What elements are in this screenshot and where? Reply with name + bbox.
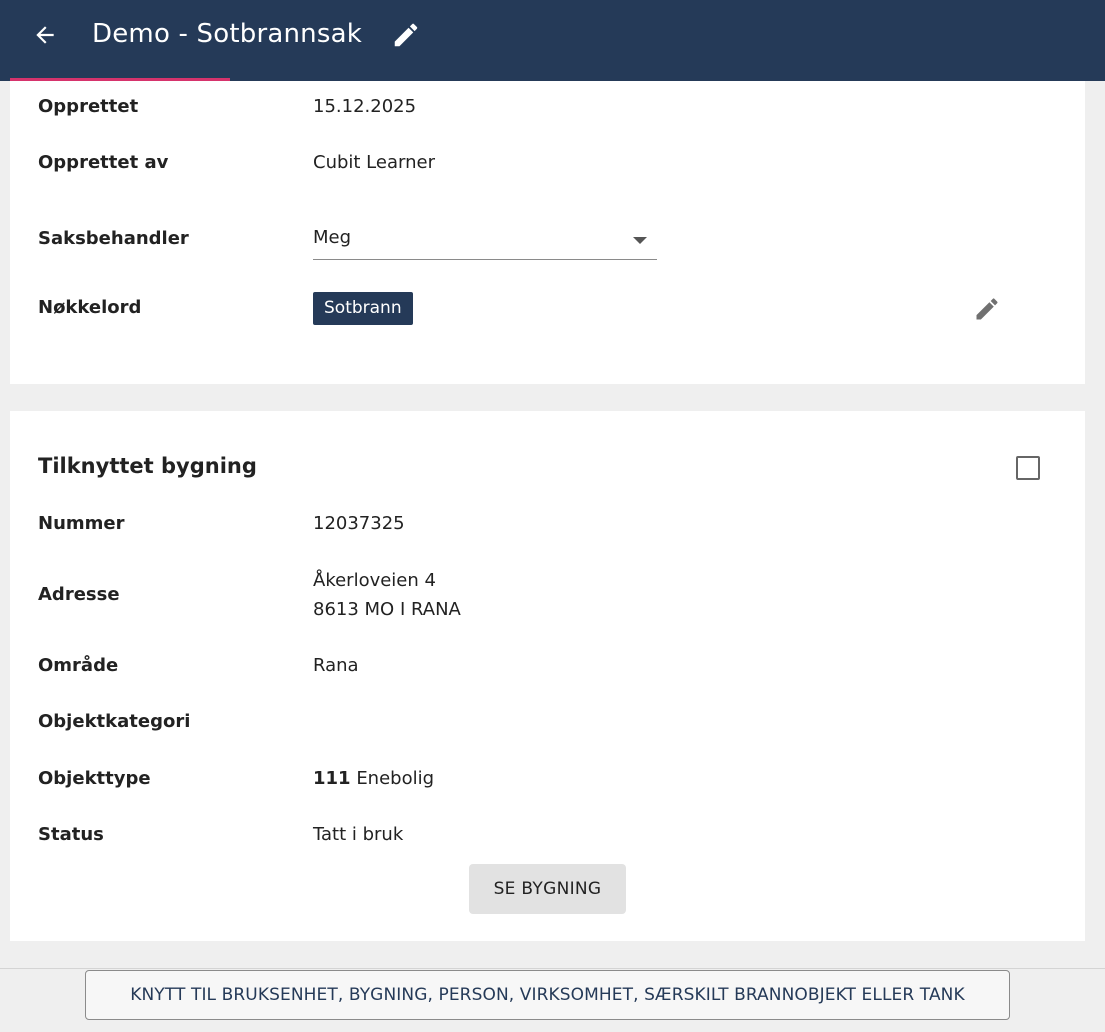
address-line2: 8613 MO I RANA bbox=[313, 599, 461, 620]
category-label: Objektkategori bbox=[38, 711, 191, 732]
case-details-card: Opprettet 15.12.2025 Opprettet av Cubit … bbox=[10, 81, 1085, 384]
checkbox-unchecked-icon[interactable] bbox=[1016, 456, 1040, 480]
footer-divider bbox=[0, 968, 1105, 969]
type-name: Enebolig bbox=[356, 768, 435, 789]
edit-keywords-button[interactable] bbox=[970, 292, 1004, 326]
page-title: Demo - Sotbrannsak bbox=[92, 19, 362, 49]
number-label: Nummer bbox=[38, 513, 125, 534]
created-by-label: Opprettet av bbox=[38, 152, 169, 173]
building-card: Tilknyttet bygning Nummer 12037325 Adres… bbox=[10, 411, 1085, 941]
number-value: 12037325 bbox=[313, 513, 405, 534]
case-handler-label: Saksbehandler bbox=[38, 228, 189, 249]
status-label: Status bbox=[38, 824, 104, 845]
keywords-label: Nøkkelord bbox=[38, 297, 142, 318]
case-handler-value: Meg bbox=[313, 227, 352, 248]
area-value: Rana bbox=[313, 655, 359, 676]
address-line1: Åkerloveien 4 bbox=[313, 570, 436, 591]
created-label: Opprettet bbox=[38, 96, 139, 117]
area-label: Område bbox=[38, 655, 119, 676]
pencil-icon bbox=[976, 298, 998, 320]
type-label: Objekttype bbox=[38, 768, 151, 789]
see-building-button[interactable]: SE BYGNING bbox=[469, 864, 626, 914]
case-handler-select[interactable]: Meg bbox=[313, 223, 657, 260]
building-section-title: Tilknyttet bygning bbox=[38, 454, 257, 478]
back-button[interactable] bbox=[28, 18, 62, 52]
address-label: Adresse bbox=[38, 584, 120, 605]
keyword-chip[interactable]: Sotbrann bbox=[313, 292, 413, 325]
pencil-icon bbox=[394, 23, 418, 47]
arrow-left-icon bbox=[36, 26, 54, 44]
link-object-button[interactable]: KNYTT TIL BRUKSENHET, BYGNING, PERSON, V… bbox=[85, 970, 1010, 1020]
type-code: 111 bbox=[313, 768, 351, 789]
chevron-down-icon bbox=[633, 237, 647, 244]
edit-title-button[interactable] bbox=[388, 17, 424, 53]
app-header: Demo - Sotbrannsak bbox=[0, 0, 1105, 81]
type-value: 111 Enebolig bbox=[313, 768, 434, 789]
created-value: 15.12.2025 bbox=[313, 96, 417, 117]
status-value: Tatt i bruk bbox=[313, 824, 404, 845]
created-by-value: Cubit Learner bbox=[313, 152, 435, 173]
